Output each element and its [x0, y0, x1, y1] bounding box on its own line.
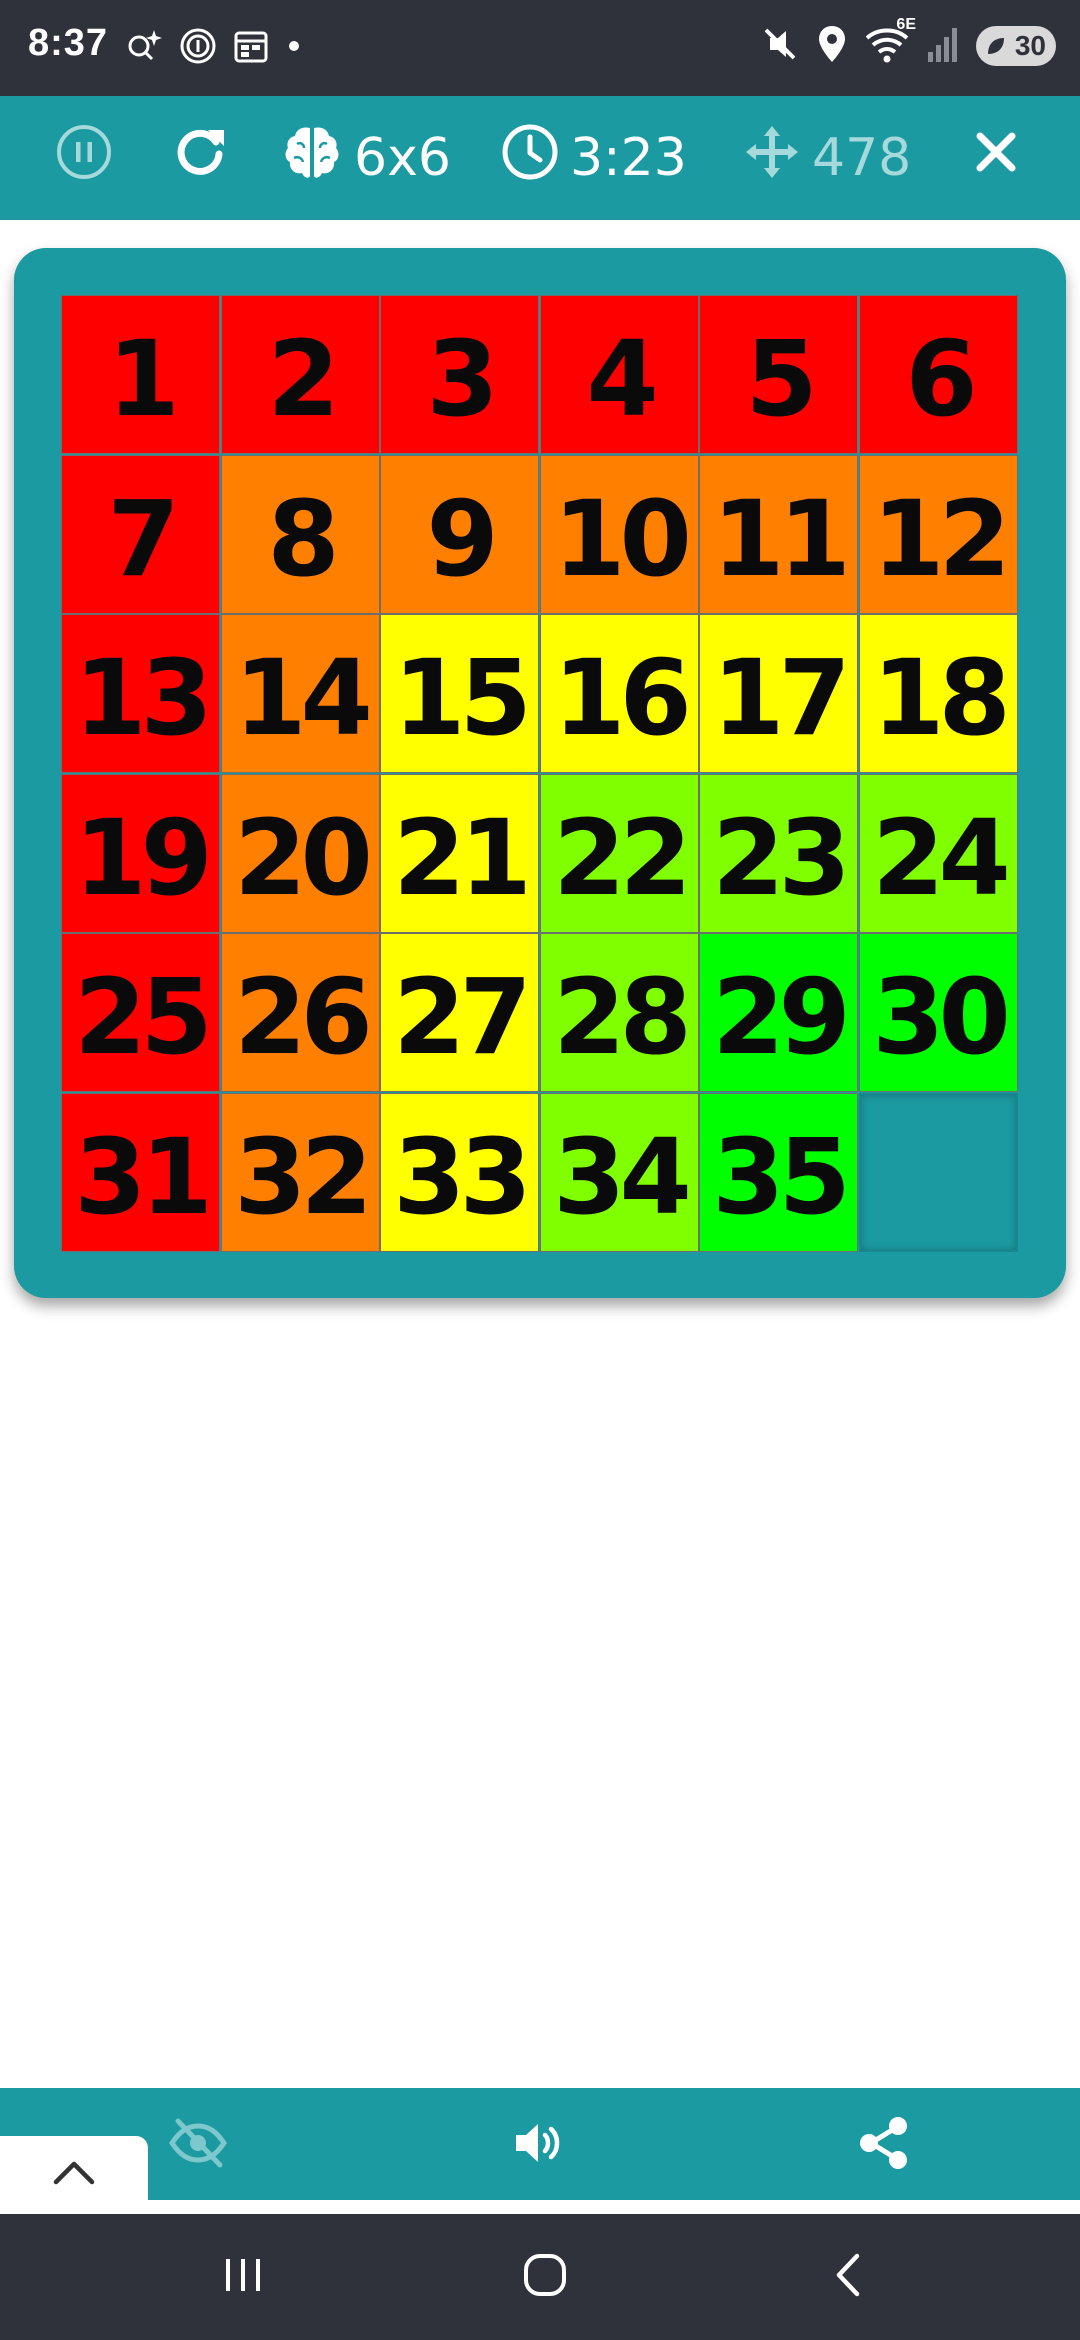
board-size-label: 6x6	[354, 128, 451, 188]
puzzle-tile[interactable]: 14	[221, 614, 380, 773]
puzzle-tile[interactable]: 30	[859, 933, 1018, 1092]
puzzle-tile[interactable]: 26	[221, 933, 380, 1092]
puzzle-tile[interactable]: 3	[380, 295, 539, 454]
calendar-icon	[232, 27, 270, 69]
status-bar: 8:37 6E 30	[0, 0, 1080, 96]
close-icon	[972, 128, 1020, 189]
puzzle-tile[interactable]: 20	[221, 774, 380, 933]
battery-icon: 30	[976, 26, 1056, 66]
puzzle-tile[interactable]: 6	[859, 295, 1018, 454]
puzzle-tile[interactable]: 5	[699, 295, 858, 454]
collapse-toggle-button[interactable]	[0, 2136, 148, 2212]
assistant-sparkle-icon	[124, 26, 164, 70]
puzzle-tile[interactable]: 16	[540, 614, 699, 773]
timer: 3:23	[500, 96, 687, 220]
puzzle-tile[interactable]: 13	[61, 614, 220, 773]
share-button[interactable]	[848, 2110, 918, 2180]
wifi-icon: 6E	[864, 16, 916, 68]
puzzle-tile[interactable]: 17	[699, 614, 858, 773]
status-time: 8:37	[28, 22, 109, 64]
app-screen: 8:37 6E 30 6x6 3:23 478 1 2 3 4 5 6 7 8 …	[0, 0, 1080, 2340]
hide-numbers-button[interactable]	[163, 2110, 233, 2180]
puzzle-tile[interactable]: 11	[699, 455, 858, 614]
puzzle-tile[interactable]: 4	[540, 295, 699, 454]
share-icon	[853, 2113, 913, 2177]
puzzle-tile[interactable]: 15	[380, 614, 539, 773]
puzzle-grid: 1 2 3 4 5 6 7 8 9 10 11 12 13 14 15 16 17 18 19 20 21 22 23 24 2…	[61, 295, 1019, 1252]
restart-button[interactable]	[170, 96, 230, 220]
puzzle-tile[interactable]: 29	[699, 933, 858, 1092]
location-icon	[816, 24, 848, 68]
puzzle-tile[interactable]: 19	[61, 774, 220, 933]
puzzle-tile[interactable]: 34	[540, 1093, 699, 1252]
back-icon	[827, 2250, 867, 2304]
puzzle-tile[interactable]: 25	[61, 933, 220, 1092]
puzzle-tile[interactable]: 31	[61, 1093, 220, 1252]
puzzle-tile[interactable]: 18	[859, 614, 1018, 773]
recents-icon	[218, 2253, 268, 2301]
mute-icon	[760, 24, 800, 68]
puzzle-tile[interactable]: 27	[380, 933, 539, 1092]
puzzle-tile[interactable]: 33	[380, 1093, 539, 1252]
recents-button[interactable]	[198, 2240, 288, 2314]
status-left-icons	[124, 26, 304, 70]
hide-icon	[168, 2113, 228, 2177]
moves-value: 478	[812, 128, 912, 188]
status-right-icons: 6E 30	[760, 16, 1056, 68]
move-counter: 478	[742, 96, 911, 220]
dot-icon	[284, 36, 304, 60]
puzzle-tile[interactable]: 2	[221, 295, 380, 454]
restart-icon	[170, 122, 230, 195]
puzzle-tile[interactable]: 28	[540, 933, 699, 1092]
nfc-icon	[178, 26, 218, 70]
close-button[interactable]	[972, 96, 1020, 220]
home-icon	[520, 2250, 570, 2304]
puzzle-tile[interactable]: 1	[61, 295, 220, 454]
network-type: 6E	[896, 16, 916, 33]
puzzle-tile[interactable]: 32	[221, 1093, 380, 1252]
volume-icon	[510, 2113, 570, 2177]
empty-slot	[859, 1093, 1018, 1252]
signal-icon	[926, 24, 960, 68]
puzzle-tile[interactable]: 10	[540, 455, 699, 614]
battery-level: 30	[1014, 30, 1046, 61]
brain-icon	[280, 120, 344, 197]
puzzle-tile[interactable]: 8	[221, 455, 380, 614]
game-toolbar: 6x6 3:23 478	[0, 96, 1080, 220]
puzzle-tile[interactable]: 35	[699, 1093, 858, 1252]
puzzle-tile[interactable]: 7	[61, 455, 220, 614]
puzzle-tile[interactable]: 12	[859, 455, 1018, 614]
home-button[interactable]	[500, 2240, 590, 2314]
pause-button[interactable]	[54, 96, 114, 220]
back-button[interactable]	[802, 2240, 892, 2314]
timer-value: 3:23	[570, 128, 687, 188]
puzzle-tile[interactable]: 22	[540, 774, 699, 933]
puzzle-tile[interactable]: 23	[699, 774, 858, 933]
puzzle-tile[interactable]: 24	[859, 774, 1018, 933]
puzzle-tile[interactable]: 21	[380, 774, 539, 933]
chevron-up-icon	[52, 2158, 96, 2190]
board-size-indicator[interactable]: 6x6	[280, 96, 451, 220]
move-icon	[742, 122, 802, 195]
sound-button[interactable]	[505, 2110, 575, 2180]
clock-icon	[500, 122, 560, 195]
pause-icon	[54, 122, 114, 195]
puzzle-tile[interactable]: 9	[380, 455, 539, 614]
